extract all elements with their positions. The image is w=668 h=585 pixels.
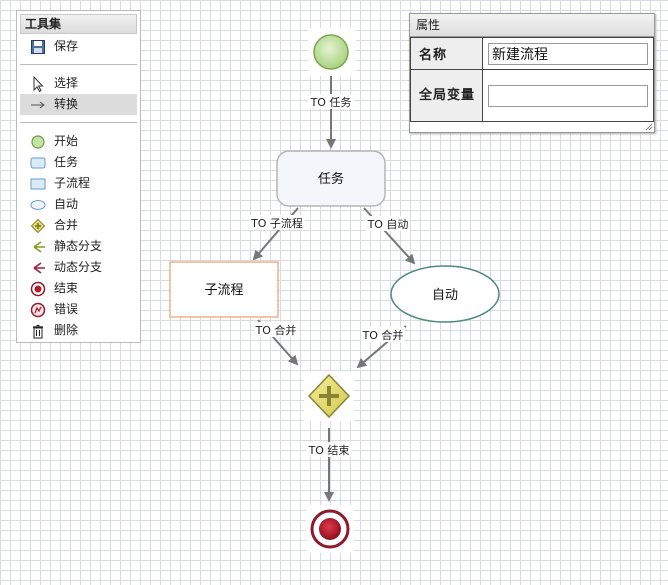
property-name-label: 名称 <box>410 37 483 70</box>
property-globals-cell <box>482 69 654 122</box>
edge-subprocess-to-merge[interactable]: TO 合并 <box>254 319 299 366</box>
auto-node-label: 自动 <box>432 288 458 303</box>
edge-label: TO 结束 <box>308 444 350 457</box>
properties-table: 名称 全局变量 <box>410 37 654 122</box>
property-name-cell <box>482 37 654 70</box>
edge-label: TO 子流程 <box>250 216 303 230</box>
property-row: 全局变量 <box>410 69 654 122</box>
edge-label: TO 任务 <box>310 96 352 109</box>
properties-panel: 属性 名称 全局变量 <box>409 13 655 133</box>
subprocess-node[interactable]: 子流程 <box>169 261 279 318</box>
edge-label: TO 合并 <box>255 323 297 337</box>
edge-task-to-auto[interactable]: TO 自动 <box>363 207 416 265</box>
property-globals-label: 全局变量 <box>410 69 483 122</box>
global-variables-input[interactable] <box>488 84 648 107</box>
end-node[interactable] <box>306 505 354 553</box>
resize-grip-icon[interactable] <box>645 123 653 131</box>
edge-label: TO 自动 <box>367 218 409 231</box>
properties-title: 属性 <box>410 14 654 37</box>
auto-node[interactable]: 自动 <box>390 265 500 323</box>
property-row: 名称 <box>410 37 654 70</box>
task-node[interactable]: 任务 <box>276 150 386 207</box>
merge-gateway-node[interactable] <box>304 371 354 421</box>
edge-label: TO 合并 <box>362 328 404 342</box>
edge-auto-to-merge[interactable]: TO 合并 <box>356 325 407 369</box>
task-node-label: 任务 <box>318 171 344 187</box>
edge-merge-to-end[interactable]: TO 结束 <box>306 428 352 502</box>
subprocess-node-label: 子流程 <box>204 283 243 298</box>
start-node[interactable] <box>308 28 356 76</box>
process-name-input[interactable] <box>488 42 648 65</box>
edge-task-to-subprocess[interactable]: TO 子流程 <box>249 207 305 261</box>
edge-start-to-task[interactable]: TO 任务 <box>308 72 354 149</box>
